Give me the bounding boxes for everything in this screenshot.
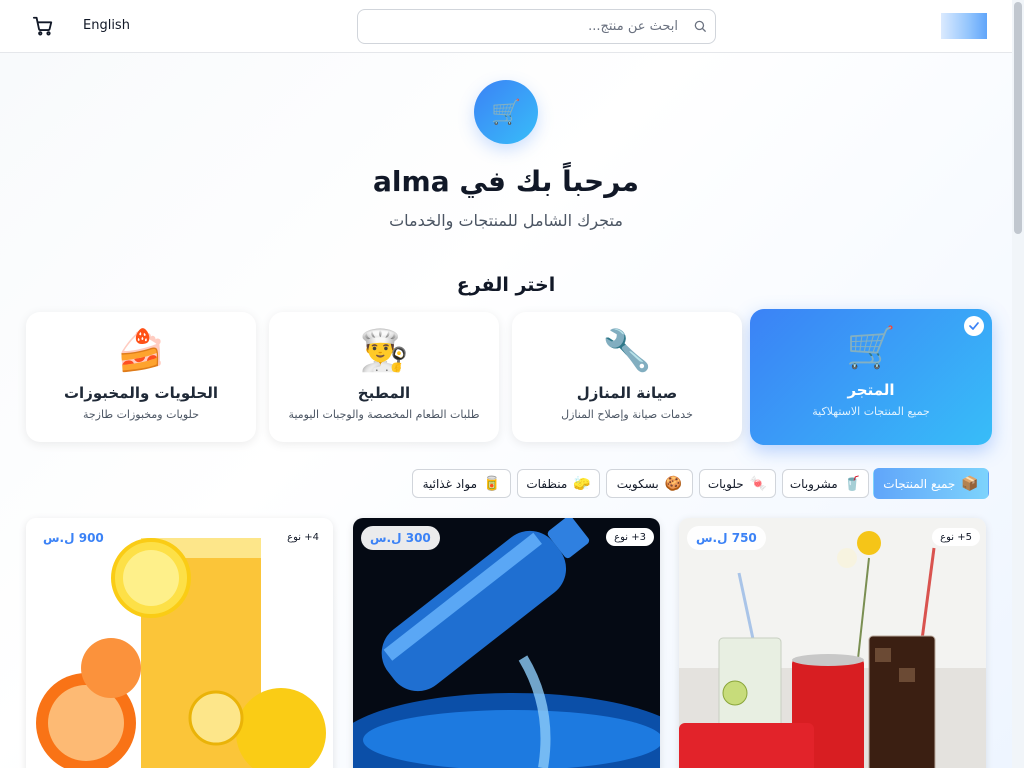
box-icon: 📦	[961, 475, 979, 492]
branch-description: طلبات الطعام المخصصة والوجبات اليومية	[288, 408, 480, 421]
hero-cart-icon: 🛒	[474, 80, 538, 144]
category-label: مواد غذائية	[422, 476, 477, 491]
branch-description: حلويات ومخبوزات طازجة	[82, 408, 200, 421]
candy-icon: 🍬	[749, 475, 768, 492]
product-card-soft-drinks[interactable]: 5+ نوع 750 ل.س	[679, 518, 986, 768]
branch-name: الحلويات والمخبوزات	[63, 384, 218, 402]
product-card-water[interactable]: 3+ نوع 300 ل.س	[353, 518, 660, 768]
cake-icon: 🍰	[116, 328, 166, 374]
can-icon: 🥫	[483, 475, 501, 492]
variants-badge: 4+ نوع	[279, 528, 327, 546]
category-sweets[interactable]: 🍬 حلويات	[699, 469, 776, 498]
category-all-products[interactable]: 📦 جميع المنتجات	[873, 468, 989, 499]
category-label: بسكويت	[616, 476, 659, 491]
category-cleaners[interactable]: 🧽 منظفات	[517, 469, 600, 498]
category-biscuits[interactable]: 🍪 بسكويت	[606, 469, 693, 498]
variants-badge: 3+ نوع	[606, 528, 654, 546]
wrench-icon: 🔧	[602, 328, 652, 374]
page-scrollbar[interactable]	[1012, 0, 1024, 768]
branch-description: جميع المنتجات الاستهلاكية	[812, 405, 930, 418]
category-drinks[interactable]: 🥤 مشروبات	[782, 469, 869, 498]
water-bottle-image	[353, 518, 660, 768]
chef-icon: 👨‍🍳	[359, 328, 409, 374]
category-label: منظفات	[526, 476, 568, 491]
top-header: English	[0, 0, 1012, 53]
branch-name: المتجر	[847, 381, 895, 399]
category-label: جميع المنتجات	[883, 476, 956, 491]
search-box[interactable]	[357, 9, 716, 44]
branch-name: المطبخ	[357, 384, 411, 402]
branches-title: اختر الفرع	[456, 274, 556, 296]
price-badge: 900 ل.س	[34, 526, 113, 550]
search-icon	[694, 20, 706, 32]
price-badge: 750 ل.س	[687, 526, 766, 550]
brand-logo[interactable]	[941, 13, 987, 39]
hero-title: مرحباً بك في alma	[373, 165, 639, 198]
cart-button[interactable]	[32, 15, 54, 37]
branch-description: خدمات صيانة وإصلاح المنازل	[561, 408, 693, 421]
branch-card-sweets[interactable]: 🍰 الحلويات والمخبوزات حلويات ومخبوزات طا…	[26, 312, 256, 442]
category-food[interactable]: 🥫 مواد غذائية	[412, 469, 511, 498]
branch-card-maintenance[interactable]: 🔧 صيانة المنازل خدمات صيانة وإصلاح المنا…	[512, 312, 742, 442]
category-label: مشروبات	[789, 476, 838, 491]
scrollbar-thumb[interactable]	[1014, 2, 1022, 234]
cookie-icon: 🍪	[664, 475, 683, 492]
price-badge: 300 ل.س	[361, 526, 440, 550]
variants-badge: 5+ نوع	[932, 528, 980, 546]
cup-icon: 🥤	[843, 475, 862, 492]
branch-card-store[interactable]: 🛒 المتجر جميع المنتجات الاستهلاكية	[750, 309, 992, 445]
search-input[interactable]	[368, 10, 678, 43]
soft-drinks-image	[679, 518, 986, 768]
main-content: 🛒 مرحباً بك في alma متجرك الشامل للمنتجا…	[0, 53, 1012, 768]
category-label: حلويات	[707, 476, 744, 491]
branch-card-kitchen[interactable]: 👨‍🍳 المطبخ طلبات الطعام المخصصة والوجبات…	[269, 312, 499, 442]
product-card-orange-juice[interactable]: 4+ نوع 900 ل.س	[26, 518, 333, 768]
sponge-icon: 🧽	[573, 475, 591, 492]
orange-juice-image	[26, 518, 333, 768]
cart-icon	[32, 16, 53, 36]
hero-subtitle: متجرك الشامل للمنتجات والخدمات	[389, 211, 623, 230]
store-icon: 🛒	[846, 325, 896, 371]
language-toggle[interactable]: English	[83, 18, 130, 33]
branch-name: صيانة المنازل	[576, 384, 678, 402]
